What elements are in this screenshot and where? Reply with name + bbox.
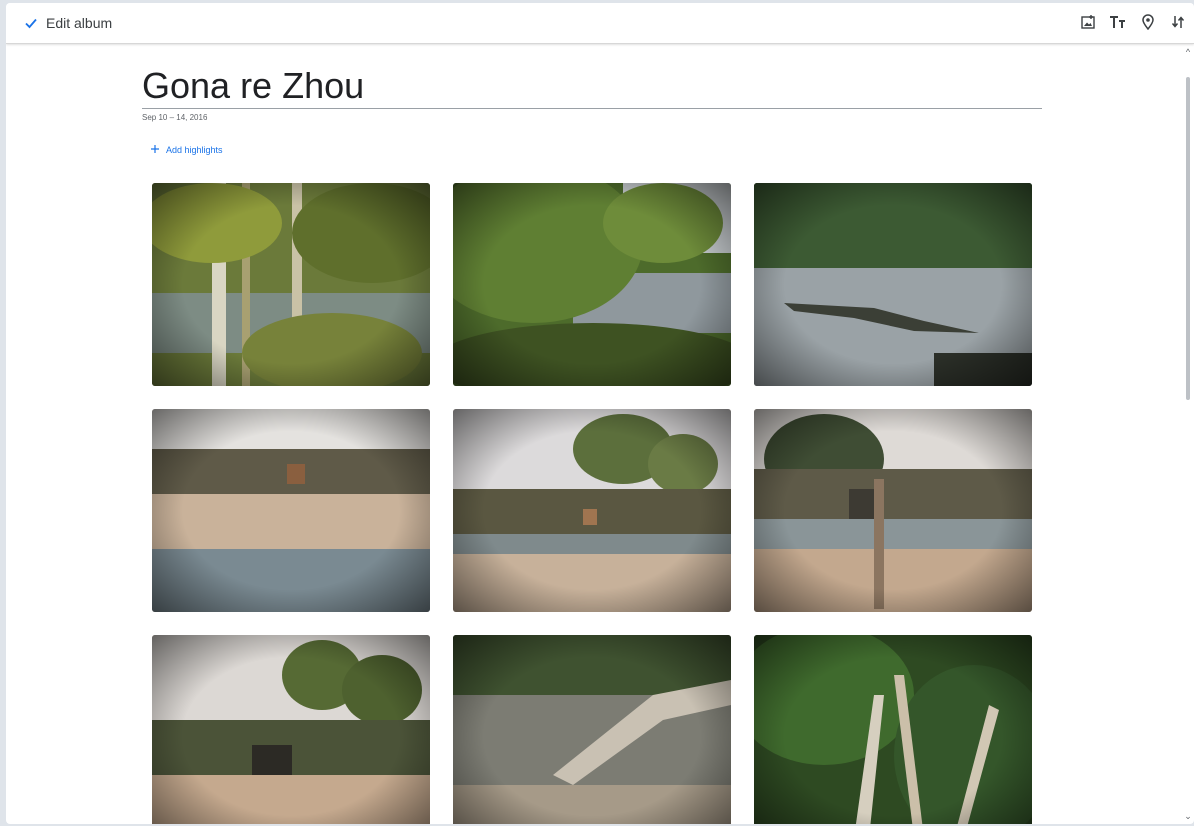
check-icon (24, 16, 38, 30)
photo-vignette (152, 183, 430, 386)
add-photo-button[interactable] (1076, 11, 1100, 35)
scrollbar-thumb[interactable] (1186, 77, 1190, 400)
photo-vignette (152, 635, 430, 824)
photo-thumbnail[interactable] (152, 183, 430, 386)
photo-vignette (754, 409, 1032, 612)
plus-icon (150, 144, 160, 156)
done-button-label: Edit album (46, 15, 113, 31)
add-highlights-label: Add highlights (166, 145, 223, 155)
done-editing-button[interactable]: Edit album (18, 10, 118, 36)
add-location-button[interactable] (1136, 11, 1160, 35)
location-icon (1141, 13, 1155, 33)
photo-thumbnail[interactable] (453, 635, 731, 824)
photo-thumbnail[interactable] (453, 409, 731, 612)
album-editor-window: Edit album Gona re Zhou Sep 10 – 14, 201… (6, 3, 1194, 824)
album-title-input[interactable]: Gona re Zhou (142, 66, 1042, 109)
photo-vignette (453, 635, 731, 824)
photo-vignette (453, 409, 731, 612)
scroll-down-arrow-icon[interactable]: ⌄ (1182, 810, 1194, 822)
photo-vignette (453, 183, 731, 386)
top-app-bar: Edit album (6, 3, 1194, 44)
add-photo-icon (1080, 14, 1096, 33)
photo-thumbnail[interactable] (754, 409, 1032, 612)
scroll-up-arrow-icon[interactable]: ^ (1182, 46, 1194, 58)
sort-icon (1171, 14, 1185, 33)
add-highlights-button[interactable]: Add highlights (150, 144, 223, 156)
album-tools (1076, 11, 1190, 35)
photo-vignette (754, 635, 1032, 824)
photo-thumbnail[interactable] (754, 183, 1032, 386)
photo-thumbnail[interactable] (152, 409, 430, 612)
album-content: Gona re Zhou Sep 10 – 14, 2016 Add highl… (6, 44, 1194, 824)
add-text-button[interactable] (1106, 11, 1130, 35)
album-date-range: Sep 10 – 14, 2016 (142, 113, 208, 122)
vertical-scrollbar[interactable]: ^ ⌄ (1182, 44, 1194, 824)
photo-thumbnail[interactable] (453, 183, 731, 386)
text-icon (1109, 15, 1127, 32)
photo-vignette (152, 409, 430, 612)
sort-button[interactable] (1166, 11, 1190, 35)
photo-thumbnail[interactable] (754, 635, 1032, 824)
photo-vignette (754, 183, 1032, 386)
photo-thumbnail[interactable] (152, 635, 430, 824)
